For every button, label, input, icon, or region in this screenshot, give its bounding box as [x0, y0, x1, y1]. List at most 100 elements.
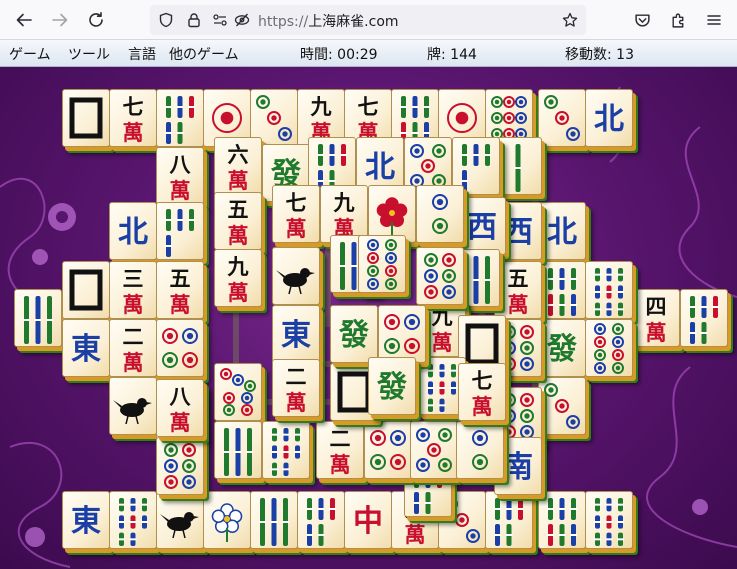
- tile-dot[interactable]: [416, 247, 464, 305]
- tile-dot[interactable]: [156, 319, 204, 377]
- numeral-glyph: 五: [228, 197, 249, 222]
- tile-bird[interactable]: [109, 377, 157, 435]
- bookmark-star-icon[interactable]: [562, 12, 578, 28]
- url-text: https://上海麻雀.com: [258, 11, 399, 31]
- menu-language[interactable]: 言語: [128, 44, 156, 64]
- permissions-icon[interactable]: [212, 12, 228, 28]
- wan-glyph: 萬: [286, 390, 307, 415]
- numeral-glyph: 七: [358, 94, 379, 119]
- tile-bam[interactable]: [250, 491, 298, 549]
- lock-icon[interactable]: [186, 12, 202, 28]
- tile-wind[interactable]: 西: [458, 197, 506, 255]
- tile-wind[interactable]: 北: [538, 202, 586, 260]
- tile-wan[interactable]: 二萬: [316, 421, 364, 479]
- tile-dot[interactable]: [456, 421, 504, 479]
- wan-face: 二萬: [330, 426, 351, 477]
- wan-face: 九萬: [333, 190, 355, 241]
- tile-wind[interactable]: 北: [585, 89, 633, 147]
- reload-icon[interactable]: [84, 8, 108, 32]
- bam-face: [547, 268, 577, 316]
- tile-bam[interactable]: [262, 421, 310, 479]
- tile-bam[interactable]: [494, 137, 542, 195]
- menu-tools[interactable]: ツール: [68, 44, 110, 64]
- tracking-blocked-icon[interactable]: [234, 12, 250, 28]
- tile-dot[interactable]: [378, 305, 426, 363]
- url-protocol: https://: [258, 14, 309, 30]
- numeral-glyph: 八: [170, 152, 192, 177]
- address-bar[interactable]: https://上海麻雀.com: [150, 5, 586, 35]
- tile-bam[interactable]: [680, 289, 728, 347]
- tile-wan[interactable]: 五萬: [494, 261, 542, 319]
- tile-wan[interactable]: 二萬: [109, 319, 157, 377]
- tile-dot[interactable]: [156, 437, 204, 495]
- tile-wan[interactable]: 九萬: [214, 249, 262, 307]
- tile-wan[interactable]: 二萬: [272, 359, 320, 417]
- wan-glyph: 萬: [432, 330, 453, 355]
- tile-dragon[interactable]: 發: [538, 319, 586, 377]
- tile-wan[interactable]: 八萬: [156, 379, 204, 437]
- dot-face: [472, 430, 488, 470]
- wind-glyph: 南: [503, 450, 533, 485]
- tile-wan[interactable]: 六萬: [214, 137, 262, 195]
- tile-bam[interactable]: [214, 421, 262, 479]
- tile-bam[interactable]: [585, 261, 633, 319]
- tile-wan[interactable]: 八萬: [156, 147, 204, 205]
- menu-game[interactable]: ゲーム: [9, 44, 51, 64]
- tile-bam[interactable]: [585, 491, 633, 549]
- tile-dot[interactable]: [585, 319, 633, 377]
- bird-face: [113, 398, 152, 425]
- wan-face: 二萬: [123, 324, 144, 375]
- tile-bam[interactable]: [14, 289, 62, 347]
- tile-bird[interactable]: [272, 247, 320, 305]
- tile-dot[interactable]: [358, 235, 406, 293]
- tile-dragon[interactable]: [62, 89, 110, 147]
- app-menu-icon[interactable]: [702, 8, 726, 32]
- tile-dot[interactable]: [416, 185, 464, 243]
- numeral-glyph: 九: [227, 254, 249, 279]
- tile-dot[interactable]: [364, 421, 412, 479]
- wan-glyph: 萬: [170, 178, 191, 203]
- tile-wan[interactable]: 五萬: [156, 261, 204, 319]
- tile-bam[interactable]: [297, 491, 345, 549]
- tile-bam[interactable]: [109, 491, 157, 549]
- tile-bam[interactable]: [538, 491, 586, 549]
- tile-wind[interactable]: 東: [272, 305, 320, 363]
- bam-face: [594, 268, 624, 316]
- tile-bam[interactable]: [538, 261, 586, 319]
- tile-dragon[interactable]: 發: [368, 357, 416, 415]
- wan-glyph: 萬: [228, 168, 249, 193]
- tile-bird[interactable]: [156, 491, 204, 549]
- wan-face: 七萬: [286, 190, 307, 241]
- tracking-shield-icon[interactable]: [158, 12, 174, 28]
- tile-wan[interactable]: 七萬: [272, 185, 320, 243]
- tile-bam[interactable]: [485, 491, 533, 549]
- tile-bam[interactable]: [156, 89, 204, 147]
- tile-wind[interactable]: 北: [109, 202, 157, 260]
- tile-dragon[interactable]: [62, 261, 110, 319]
- tile-wind[interactable]: 東: [62, 319, 110, 377]
- tile-wan[interactable]: 五萬: [214, 192, 262, 250]
- tile-wan[interactable]: 四萬: [632, 289, 680, 347]
- tile-wan[interactable]: 三萬: [109, 261, 157, 319]
- tile-dot[interactable]: [214, 363, 262, 421]
- bam-face: [118, 498, 148, 546]
- menu-other-games[interactable]: 他のゲーム: [169, 44, 239, 64]
- pocket-icon[interactable]: [630, 8, 654, 32]
- tile-dragon[interactable]: 發: [330, 305, 378, 363]
- dot-face: [432, 194, 448, 234]
- wan-glyph: 萬: [228, 223, 249, 248]
- tile-bam[interactable]: [156, 202, 204, 260]
- wind-glyph: 西: [467, 210, 497, 245]
- tile-wind[interactable]: 東: [62, 491, 110, 549]
- tile-dot[interactable]: [538, 89, 586, 147]
- tile-dot[interactable]: [410, 421, 458, 479]
- extensions-icon[interactable]: [666, 8, 690, 32]
- tile-dragon[interactable]: 中: [344, 491, 392, 549]
- back-icon[interactable]: [12, 8, 36, 32]
- tile-wan[interactable]: 七萬: [458, 363, 506, 421]
- tile-dot[interactable]: [538, 377, 586, 435]
- tile-flower[interactable]: [203, 491, 251, 549]
- forward-icon[interactable]: [48, 8, 72, 32]
- bam-face: [259, 498, 289, 546]
- tile-wan[interactable]: 七萬: [109, 89, 157, 147]
